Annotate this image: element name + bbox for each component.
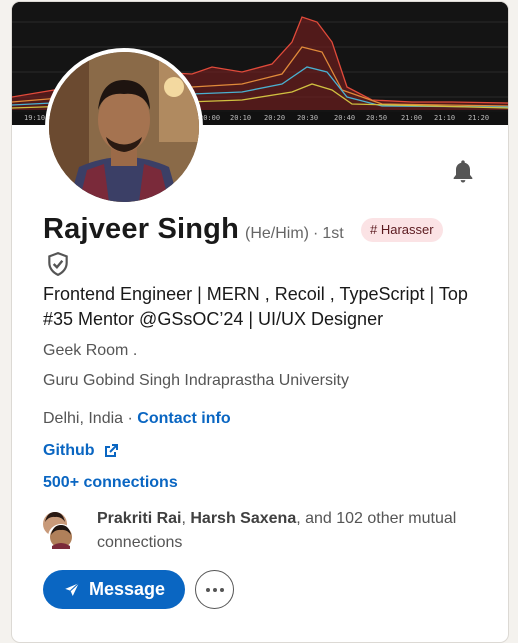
more-button[interactable] <box>195 570 234 609</box>
degree-separator: · <box>313 225 319 242</box>
mutual-name-2: Harsh Saxena <box>190 510 297 527</box>
external-link-icon <box>104 444 118 457</box>
time-label: 21:20 <box>468 114 490 122</box>
send-icon <box>65 582 80 596</box>
profile-tag[interactable]: # Harasser <box>361 218 443 242</box>
message-button[interactable]: Message <box>43 570 185 609</box>
profile-card: 19:10 20:00 20:10 20:20 20:30 20:40 20:5… <box>11 1 509 643</box>
education[interactable]: Guru Gobind Singh Indraprastha Universit… <box>43 372 349 390</box>
time-label: 21:00 <box>401 114 423 122</box>
pronouns: (He/Him) <box>245 225 309 242</box>
profile-name: Rajveer Singh <box>43 213 239 245</box>
time-label: 21:10 <box>434 114 456 122</box>
profile-headline: Frontend Engineer | MERN , Recoil , Type… <box>43 284 468 329</box>
location-separator: · <box>127 410 133 427</box>
time-label: 20:10 <box>230 114 252 122</box>
time-label: 19:10 <box>24 114 46 122</box>
shield-check-icon[interactable] <box>45 251 71 277</box>
current-company[interactable]: Geek Room . <box>43 342 137 360</box>
location: Delhi, India <box>43 410 124 427</box>
bell-icon[interactable] <box>449 158 477 186</box>
time-label: 20:30 <box>297 114 319 122</box>
mutual-name-1: Prakriti Rai <box>97 510 182 527</box>
location-row: Delhi, India · Contact info <box>43 410 231 428</box>
time-label: 20:40 <box>334 114 356 122</box>
mutual-avatars <box>41 510 75 550</box>
message-label: Message <box>88 579 166 599</box>
github-label: Github <box>43 442 95 459</box>
github-link[interactable]: Github <box>43 442 119 460</box>
time-label: 20:50 <box>366 114 388 122</box>
more-icon <box>205 587 224 592</box>
contact-info-link[interactable]: Contact info <box>137 410 230 427</box>
profile-avatar[interactable] <box>45 48 203 206</box>
name-row: Rajveer Singh (He/Him) · 1st <box>43 213 344 249</box>
avatar-photo <box>49 52 199 202</box>
time-label: 20:20 <box>264 114 286 122</box>
mutual-connections[interactable]: Prakriti Rai, Harsh Saxena, and 102 othe… <box>97 507 497 555</box>
connection-degree: 1st <box>322 225 344 242</box>
connections-link[interactable]: 500+ connections <box>43 474 178 492</box>
